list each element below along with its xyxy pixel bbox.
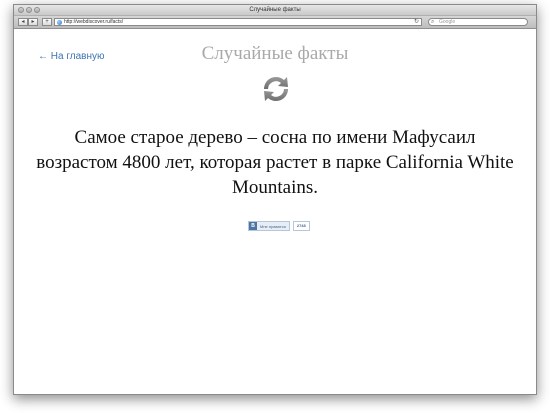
like-label: Мне нравится	[260, 223, 286, 229]
address-text: http://webdiscover.ru/facts/	[64, 19, 124, 25]
add-bookmark-icon: +	[45, 19, 49, 25]
browser-window: Случайные факты ◂ ▸ + http://webdiscover…	[13, 4, 537, 395]
forward-button[interactable]: ▸	[28, 18, 38, 26]
add-bookmark-button[interactable]: +	[42, 18, 52, 26]
page-content: ← На главную Случайные факты Самое старо…	[14, 29, 536, 394]
like-button[interactable]: В Мне нравится	[248, 221, 290, 231]
forward-button-icon: ▸	[31, 19, 35, 25]
vk-logo-icon: В	[249, 222, 257, 230]
reload-icon[interactable]: ↻	[414, 19, 419, 25]
browser-toolbar: ◂ ▸ + http://webdiscover.ru/facts/ ↻ ⌕ G…	[14, 16, 536, 29]
search-placeholder: Google	[439, 19, 456, 25]
title-bar: Случайные факты	[14, 5, 536, 16]
refresh-arrows-icon[interactable]	[260, 73, 292, 105]
address-bar[interactable]: http://webdiscover.ru/facts/ ↻	[54, 18, 422, 26]
search-icon: ⌕	[431, 19, 435, 25]
page-title: Случайные факты	[201, 43, 349, 64]
back-button-icon: ◂	[21, 19, 25, 25]
globe-icon	[57, 20, 62, 25]
fact-text: Самое старое дерево – сосна по имени Маф…	[36, 127, 514, 198]
window-title: Случайные факты	[249, 7, 301, 13]
vk-like-widget: В Мне нравится 2748	[248, 221, 310, 231]
search-field[interactable]: ⌕ Google	[428, 18, 528, 26]
like-count: 2748	[292, 221, 310, 231]
back-button[interactable]: ◂	[18, 18, 28, 26]
